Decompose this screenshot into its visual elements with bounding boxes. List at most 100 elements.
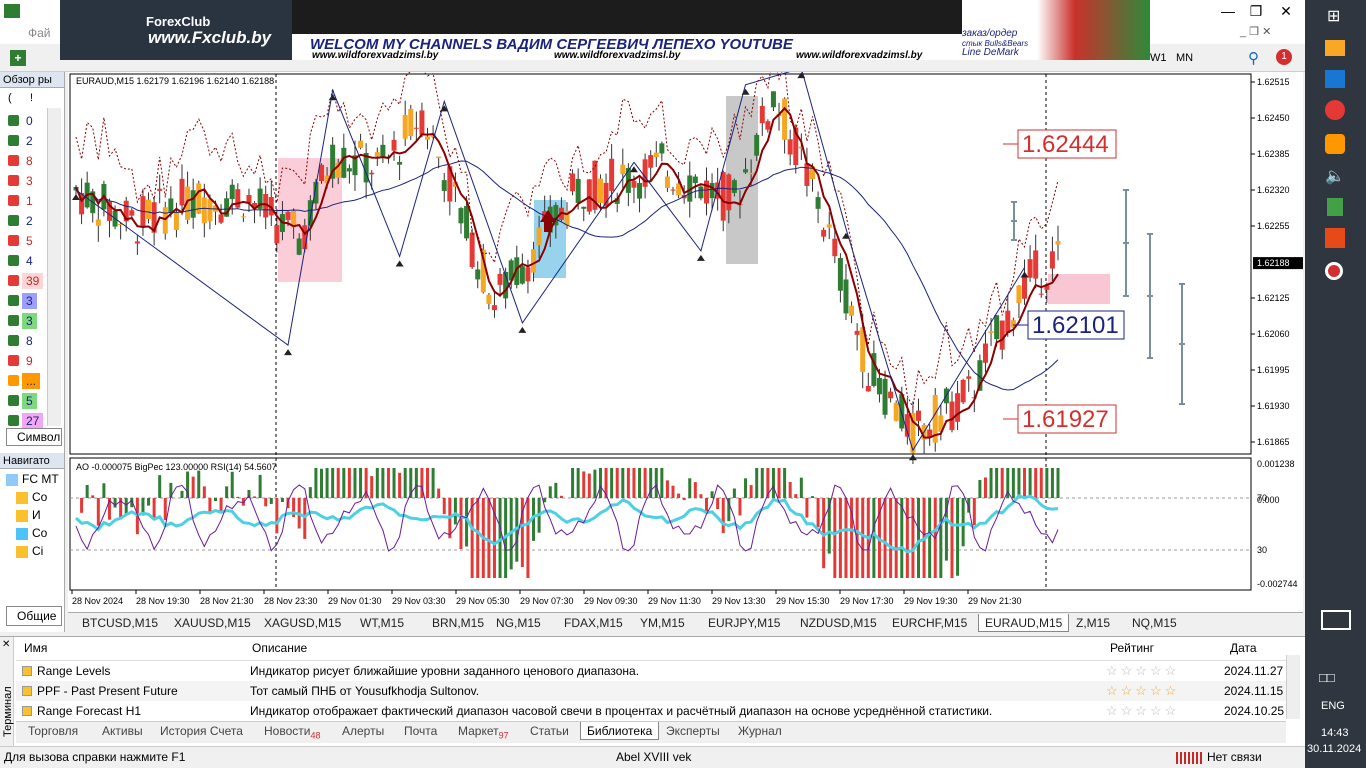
app-icon-3[interactable] (1325, 228, 1345, 248)
banner-url-2: www.wildforexvadzimsl.by (554, 50, 681, 60)
symbol-tab[interactable]: EURCHF,M15 (886, 614, 973, 632)
market-watch-value: 8 (26, 334, 33, 348)
indicator-axis-label: -0.002744 (1257, 579, 1298, 589)
calculator-icon[interactable] (1327, 198, 1343, 216)
new-order-icon[interactable]: + (10, 50, 26, 66)
navigator-item[interactable]: Сi (0, 543, 62, 563)
time-axis-label: 29 Nov 19:30 (904, 596, 958, 606)
navigator-item[interactable]: И (0, 507, 62, 527)
symbol-tab[interactable]: NZDUSD,M15 (794, 614, 883, 632)
price-axis-label: 1.61865 (1257, 437, 1290, 447)
terminal-scrollbar[interactable] (1286, 655, 1300, 719)
search-icon[interactable]: ⚲ (1248, 49, 1259, 67)
candle-body (413, 127, 419, 129)
windows-taskbar: ⊞ 🔈 □□ ENG 14:43 30.11.2024 (1305, 0, 1366, 768)
direction-arrow-icon (8, 195, 19, 206)
col-name[interactable]: Имя (24, 641, 47, 661)
timeframe-mn[interactable]: MN (1176, 52, 1193, 64)
candle-body (441, 180, 447, 191)
symbol-tab[interactable]: XAGUSD,M15 (258, 614, 347, 632)
library-row[interactable]: Range Levels Индикатор рисует ближайшие у… (16, 661, 1286, 681)
navigator-item[interactable]: FC MT (0, 471, 62, 491)
candle-body (726, 174, 732, 211)
symbol-tab[interactable]: WT,M15 (354, 614, 410, 632)
restore-icon[interactable]: ❐ (1240, 0, 1272, 22)
symbol-tab[interactable]: YM,M15 (634, 614, 691, 632)
symbol-tab[interactable]: BRN,M15 (426, 614, 490, 632)
symbol-tab[interactable]: FDAX,M15 (558, 614, 629, 632)
banner-note-3: Line DeMark (962, 47, 1019, 58)
terminal-tab[interactable]: Библиотека (580, 722, 660, 740)
app-icon-2[interactable] (1325, 70, 1345, 88)
candle-body (469, 232, 475, 268)
terminal-tab[interactable]: Торговля (28, 722, 78, 740)
windows-start-icon[interactable]: ⊞ (1327, 6, 1340, 26)
time-axis-label: 29 Nov 01:30 (328, 596, 382, 606)
status-profile[interactable]: Abel XVIII vek (616, 750, 691, 764)
symbol-tab[interactable]: XAUUSD,M15 (168, 614, 257, 632)
ad-banner: ForexClub www.Fxclub.by WELCOM MY CHANNE… (60, 0, 1150, 60)
symbol-tab[interactable]: EURAUD,M15 (978, 614, 1070, 632)
candle-body (296, 238, 302, 255)
banner-url-1: www.wildforexvadzimsl.by (312, 50, 439, 60)
symbol-tab[interactable]: NQ,M15 (1126, 614, 1183, 632)
speaker-icon[interactable]: 🔈 (1325, 166, 1345, 186)
market-watch-value: 1 (26, 194, 33, 208)
col-description[interactable]: Описание (252, 641, 307, 661)
direction-arrow-icon (8, 415, 19, 426)
candle-body (837, 257, 843, 291)
market-watch-scrollbar[interactable] (47, 108, 61, 426)
symbol-tab[interactable]: Z,M15 (1070, 614, 1116, 632)
keyboard-icon[interactable] (1321, 610, 1351, 630)
market-watch-value: 27 (22, 413, 44, 429)
direction-arrow-icon (8, 155, 19, 166)
price-chart[interactable]: 1.62515 1.62450 1.62385 1.62320 1.62255 1.621… (68, 53, 1303, 612)
navigator-item[interactable]: Co (0, 489, 62, 509)
symbol-tab[interactable]: NG,M15 (490, 614, 547, 632)
chart-window[interactable]: 1.62515 1.62450 1.62385 1.62320 1.62255 1.621… (68, 53, 1303, 612)
terminal-tab[interactable]: Алерты (342, 722, 384, 740)
terminal-tab-label: Библиотека (587, 724, 653, 738)
banner-brand: ForexClub (146, 14, 211, 29)
library-row[interactable]: Range Forecast H1 Индикатор отображает фа… (16, 701, 1286, 721)
close-icon[interactable]: ✕ (1270, 0, 1302, 22)
notification-badge[interactable]: 1 (1276, 49, 1292, 65)
network-icon[interactable]: □□ (1319, 670, 1335, 685)
terminal-tab[interactable]: Журнал (738, 722, 782, 740)
timeframe-w1[interactable]: W1 (1150, 52, 1167, 64)
col-date[interactable]: Дата (1230, 641, 1257, 661)
terminal-tab[interactable]: Новости48 (264, 722, 320, 740)
record-icon[interactable] (1325, 262, 1343, 280)
terminal-tab[interactable]: Активы (102, 722, 143, 740)
terminal-tab[interactable]: История Счета (160, 722, 243, 740)
folder-icon[interactable] (1325, 40, 1345, 56)
candle-body (826, 224, 832, 228)
candle-body (698, 186, 704, 199)
candle-body (341, 147, 347, 178)
col-rating[interactable]: Рейтинг (1110, 641, 1154, 661)
library-name: Range Forecast H1 (37, 704, 142, 718)
terminal-tab[interactable]: Эксперты (666, 722, 720, 740)
tab-count-badge: 97 (498, 730, 509, 741)
candle-body (95, 219, 101, 226)
navigator-item-label: Co (32, 526, 48, 540)
candle-body (765, 121, 771, 130)
taskbar-lang[interactable]: ENG (1321, 700, 1345, 712)
symbol-tab[interactable]: BTCUSD,M15 (76, 614, 164, 632)
paint-icon[interactable] (1325, 134, 1345, 154)
library-row[interactable]: PPF - Past Present Future Тот самый ПНБ о… (16, 681, 1286, 701)
terminal-tab[interactable]: Статьи (530, 722, 569, 740)
candle-body (670, 189, 676, 191)
symbols-tab[interactable]: Символ (6, 428, 62, 446)
child-window-controls[interactable]: _ ❐ ✕ (1240, 25, 1271, 38)
terminal-tab[interactable]: Почта (404, 722, 437, 740)
time-axis-label: 29 Nov 09:30 (584, 596, 638, 606)
symbol-tab[interactable]: EURJPY,M15 (702, 614, 786, 632)
terminal-close-icon[interactable]: ✕ (2, 639, 10, 650)
common-tab[interactable]: Общие (6, 606, 62, 626)
opera-icon[interactable] (1325, 100, 1345, 120)
library-date: 2024.10.25 (1224, 704, 1285, 718)
navigator-item[interactable]: Co (0, 525, 62, 545)
menu-file[interactable]: Фай (28, 26, 51, 40)
terminal-tab[interactable]: Маркет97 (458, 722, 509, 740)
